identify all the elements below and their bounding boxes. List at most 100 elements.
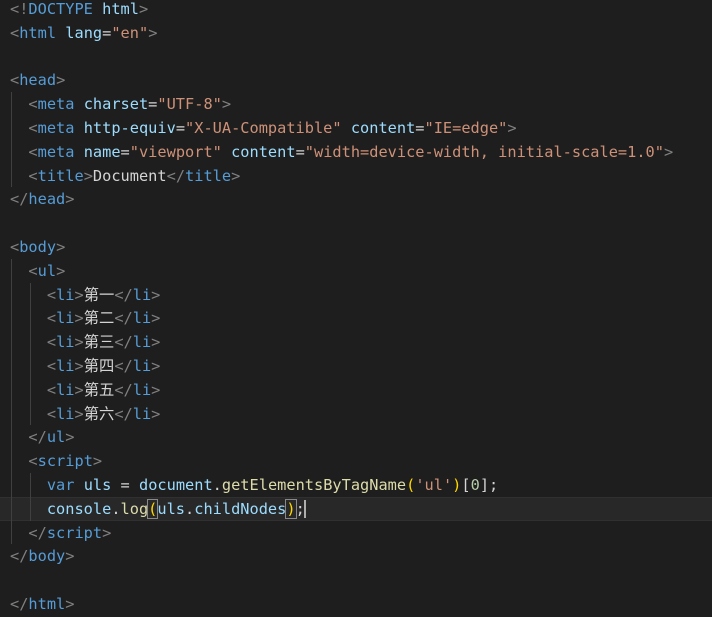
code-token: > bbox=[507, 119, 517, 137]
code-token: content bbox=[350, 119, 416, 137]
code-line[interactable]: <ul> bbox=[10, 259, 65, 283]
code-token: html bbox=[102, 0, 139, 18]
code-token: var bbox=[46, 476, 75, 494]
code-line[interactable]: </script> bbox=[10, 521, 111, 545]
code-line[interactable]: <li>第三</li> bbox=[10, 330, 161, 354]
code-line[interactable]: <li>第五</li> bbox=[10, 378, 161, 402]
code-token: < bbox=[10, 238, 20, 256]
code-token: </ bbox=[10, 595, 29, 613]
code-token: . bbox=[111, 499, 121, 518]
code-token: > bbox=[151, 309, 161, 328]
code-token: > bbox=[148, 23, 158, 42]
code-token: > bbox=[56, 261, 66, 280]
code-token: > bbox=[74, 333, 84, 352]
code-token: lang bbox=[65, 23, 103, 42]
code-token: uls bbox=[83, 476, 112, 494]
code-token: [ bbox=[461, 476, 471, 494]
code-token: < bbox=[28, 142, 38, 161]
code-token: body bbox=[28, 547, 66, 566]
code-token: > bbox=[74, 285, 84, 304]
code-token: "width=device-width, initial-scale=1.0" bbox=[304, 142, 664, 161]
code-token: content bbox=[231, 142, 296, 161]
code-line[interactable]: <li>第四</li> bbox=[10, 354, 161, 378]
code-token: </ bbox=[166, 166, 186, 185]
code-line[interactable]: <!DOCTYPE html> bbox=[10, 0, 148, 21]
indent-guide bbox=[11, 258, 12, 545]
code-token: script bbox=[37, 452, 93, 471]
code-token: > bbox=[138, 0, 149, 18]
code-line[interactable]: <script> bbox=[10, 449, 102, 473]
code-line[interactable]: <meta charset="UTF-8"> bbox=[10, 92, 231, 116]
code-token: log bbox=[120, 499, 149, 518]
code-line[interactable]: <li>第一</li> bbox=[10, 283, 161, 307]
code-token: head bbox=[28, 190, 66, 209]
code-token: ( bbox=[406, 476, 416, 494]
code-token: 第二 bbox=[83, 309, 115, 328]
code-token: Document bbox=[92, 166, 167, 185]
code-line[interactable]: <head> bbox=[10, 68, 65, 92]
code-token: < bbox=[46, 404, 57, 423]
code-token: > bbox=[221, 95, 232, 114]
code-token: title bbox=[185, 166, 232, 185]
code-line[interactable]: var uls = document.getElementsByTagName(… bbox=[10, 473, 498, 497]
code-line[interactable]: </html> bbox=[10, 592, 74, 616]
code-token: getElementsByTagName bbox=[221, 476, 407, 494]
code-line[interactable]: <body> bbox=[10, 235, 65, 259]
code-token: script bbox=[46, 523, 103, 542]
code-line[interactable]: console.log(uls.childNodes); bbox=[0, 496, 712, 521]
code-line[interactable]: </head> bbox=[10, 187, 74, 211]
code-token: > bbox=[231, 166, 241, 185]
code-token: 第三 bbox=[83, 333, 115, 352]
code-token: <! bbox=[10, 0, 29, 18]
code-token: = bbox=[295, 142, 305, 161]
code-token: < bbox=[46, 380, 57, 399]
code-token: > bbox=[151, 285, 161, 304]
code-token: > bbox=[65, 595, 75, 613]
code-token: = bbox=[102, 23, 112, 42]
code-token: meta bbox=[37, 119, 75, 137]
code-token: html bbox=[19, 23, 57, 42]
code-token: > bbox=[74, 357, 84, 375]
code-line[interactable]: <li>第二</li> bbox=[10, 306, 161, 330]
code-line[interactable]: <li>第六</li> bbox=[10, 402, 161, 426]
code-token: ) bbox=[285, 498, 297, 519]
code-line[interactable]: </body> bbox=[10, 544, 74, 568]
code-token: </ bbox=[10, 190, 29, 209]
code-token: head bbox=[19, 71, 57, 90]
indent-guide bbox=[11, 92, 12, 188]
code-line[interactable]: <meta name="viewport" content="width=dev… bbox=[10, 140, 673, 164]
code-token: "IE=edge" bbox=[424, 119, 508, 137]
code-token: li bbox=[132, 380, 152, 399]
code-line[interactable]: </ul> bbox=[10, 425, 74, 449]
code-token: 第四 bbox=[83, 357, 115, 375]
code-token: ( bbox=[147, 498, 159, 519]
code-token: < bbox=[28, 119, 38, 137]
code-token: < bbox=[28, 452, 38, 471]
code-token: li bbox=[56, 333, 75, 352]
code-token: meta bbox=[37, 95, 75, 114]
code-line[interactable]: <html lang="en"> bbox=[10, 21, 157, 45]
code-editor[interactable]: <!DOCTYPE html> <html lang="en"> <head> <m… bbox=[0, 0, 712, 617]
code-line[interactable]: <title>Document</title> bbox=[10, 164, 240, 188]
code-token: li bbox=[56, 404, 75, 423]
code-token: 0 bbox=[470, 476, 480, 494]
code-line[interactable]: <meta http-equiv="X-UA-Compatible" conte… bbox=[10, 116, 517, 140]
code-token: "X-UA-Compatible" bbox=[185, 119, 342, 137]
code-token: > bbox=[65, 428, 75, 447]
code-token: li bbox=[132, 309, 152, 328]
code-token: </ bbox=[28, 428, 47, 447]
code-token: > bbox=[92, 452, 103, 471]
